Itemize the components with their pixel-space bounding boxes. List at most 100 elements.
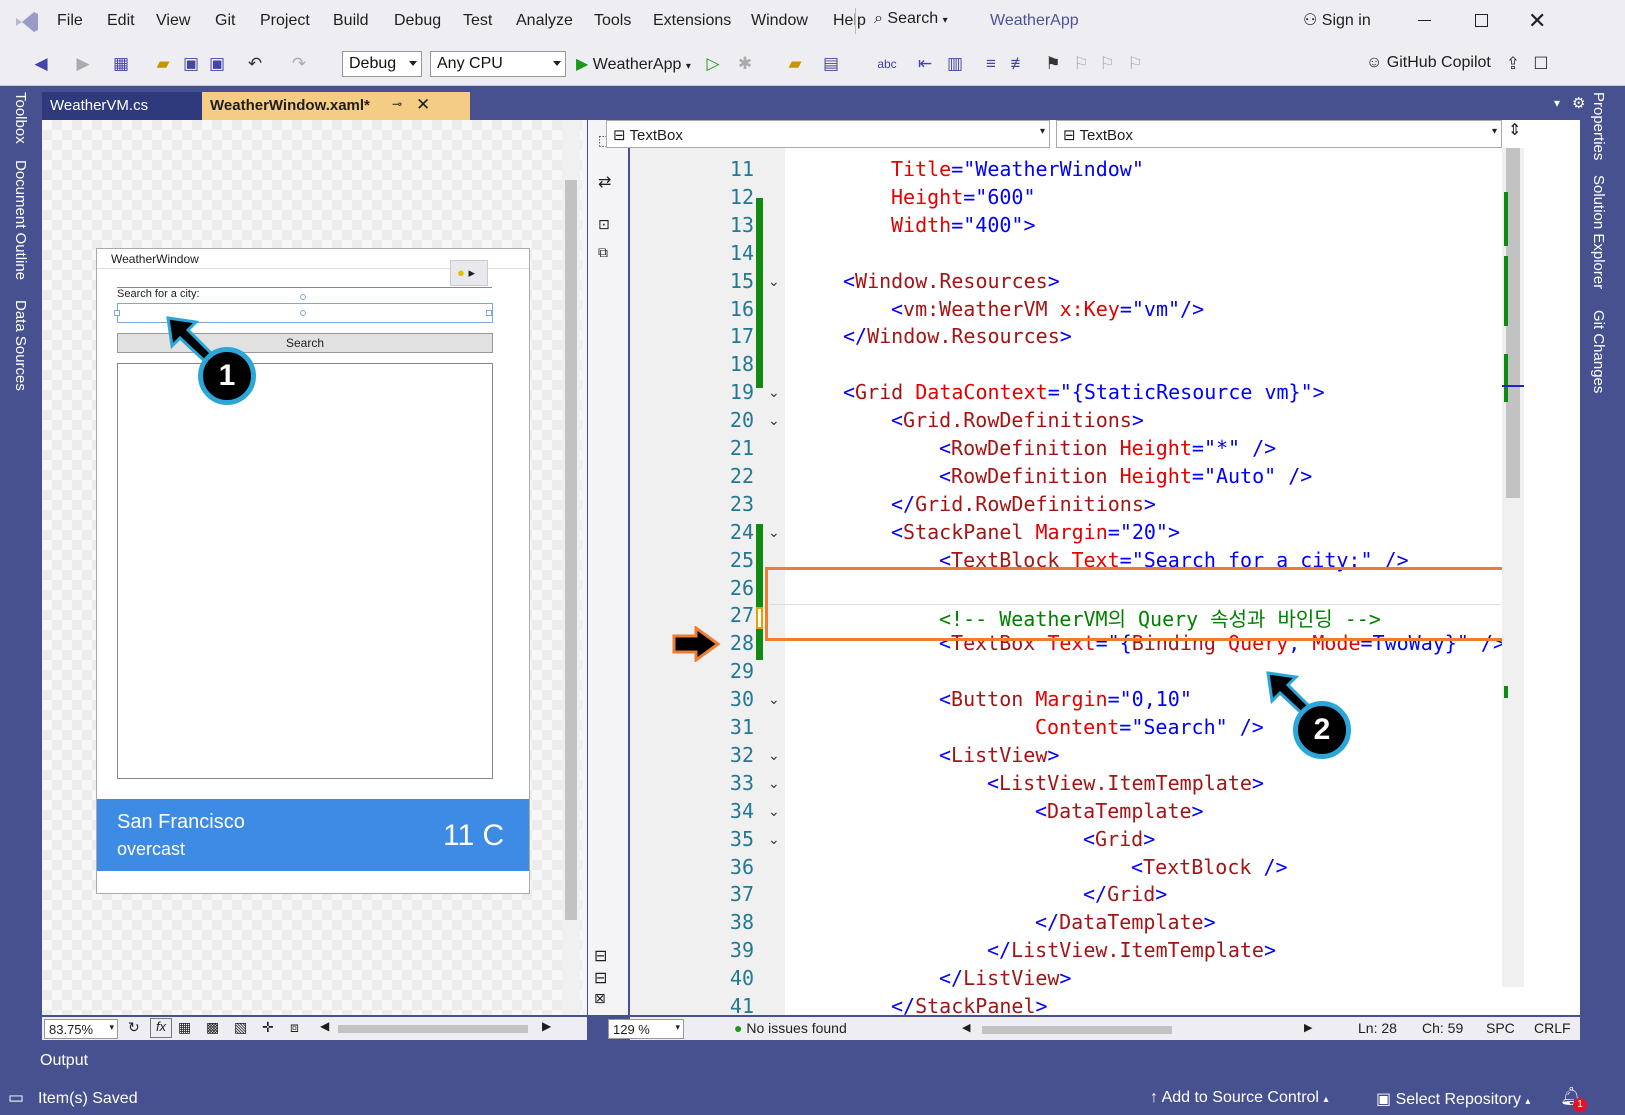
fold-toggle-icon[interactable]: ⌄ — [768, 273, 780, 290]
menu-item-debug[interactable]: Debug — [394, 12, 441, 30]
swap-panes-icon[interactable]: ⇄ — [598, 172, 611, 192]
forward-icon[interactable]: ▶ — [72, 53, 94, 75]
code-line[interactable]: <vm:WeatherVM x:Key="vm"/> — [891, 297, 1204, 321]
menu-item-analyze[interactable]: Analyze — [516, 12, 573, 30]
element-dropdown-right[interactable]: ⊟ TextBox ▾ — [1056, 120, 1502, 148]
select-repository-button[interactable]: ▣ Select Repository ▴ — [1376, 1089, 1530, 1109]
editor-scrollbar[interactable] — [1502, 148, 1524, 987]
code-line[interactable]: <StackPanel Margin="20"> — [891, 520, 1180, 544]
code-line[interactable]: </Window.Resources> — [843, 324, 1072, 348]
document-outline-tab[interactable]: Document Outline — [12, 160, 29, 280]
menu-item-extensions[interactable]: Extensions — [653, 12, 731, 30]
undo-icon[interactable]: ↶ — [244, 53, 266, 75]
code-line[interactable]: Height="600" — [891, 185, 1036, 209]
minimize-button[interactable] — [1418, 20, 1431, 21]
code-line[interactable]: </Grid.RowDefinitions> — [891, 492, 1156, 516]
code-line[interactable]: <DataTemplate> — [1035, 799, 1204, 823]
code-line[interactable]: <TextBlock /> — [1131, 855, 1288, 879]
github-copilot-button[interactable]: ☺ GitHub Copilot — [1366, 54, 1491, 72]
folder-icon[interactable]: ▰ — [784, 53, 806, 75]
menu-item-tools[interactable]: Tools — [594, 12, 631, 30]
resize-handle[interactable] — [114, 310, 120, 316]
grid-icon[interactable]: ▦ — [178, 1019, 191, 1036]
clear-bookmarks-icon[interactable]: ⚐ — [1124, 53, 1146, 75]
scroll-right-icon[interactable]: ▶ — [542, 1019, 551, 1033]
close-window-button[interactable]: ✕ — [1528, 8, 1546, 34]
format-icon[interactable]: ▥ — [944, 53, 966, 75]
uncomment-icon[interactable]: ≢ — [1008, 53, 1030, 75]
editor-hscroll-thumb[interactable] — [982, 1026, 1172, 1034]
snap-grid-icon[interactable]: ▩ — [206, 1019, 219, 1036]
prev-bookmark-icon[interactable]: ⚐ — [1070, 53, 1092, 75]
menu-item-window[interactable]: Window — [751, 12, 808, 30]
indent-icon[interactable]: ⇤ — [914, 53, 936, 75]
collapse-pane-icon[interactable]: ⊠ — [594, 990, 606, 1007]
editor-scrollbar-thumb[interactable] — [1506, 148, 1520, 498]
back-icon[interactable]: ◀ — [30, 53, 52, 75]
tab-weathervm-cs[interactable]: WeatherVM.cs — [42, 92, 202, 120]
close-tab-icon[interactable]: ✕ — [416, 95, 430, 115]
code-line[interactable]: </StackPanel> — [891, 994, 1048, 1018]
fold-toggle-icon[interactable]: ⌄ — [768, 691, 780, 708]
artboard-icon[interactable]: ▧ — [234, 1019, 247, 1036]
code-line[interactable]: Content="Search" /> — [1035, 715, 1264, 739]
scroll-left-icon[interactable]: ◀ — [962, 1021, 970, 1034]
whitespace-indicator[interactable]: SPC — [1486, 1020, 1515, 1036]
designer-zoom-dropdown[interactable]: 83.75% ▾ — [44, 1019, 118, 1039]
code-line[interactable]: </ListView> — [939, 966, 1071, 990]
scrollbar-thumb[interactable] — [565, 180, 577, 920]
layout-icon[interactable]: ▤ — [820, 53, 842, 75]
tab-overflow-icon[interactable]: ▾ — [1554, 96, 1560, 110]
properties-tab[interactable]: Properties — [1590, 92, 1607, 160]
configuration-dropdown[interactable]: Debug — [342, 51, 422, 77]
open-folder-icon[interactable]: ▰ — [152, 53, 174, 75]
split-editor-icon[interactable]: ⇕ — [1508, 120, 1521, 140]
share-icon[interactable]: ⇪ — [1502, 53, 1524, 75]
add-to-source-control-button[interactable]: ↑ Add to Source Control ▴ — [1150, 1089, 1328, 1107]
code-line[interactable]: Width="400"> — [891, 213, 1036, 237]
tab-weatherwindow-xaml[interactable]: WeatherWindow.xaml* ⊸ ✕ — [202, 92, 470, 120]
spellcheck-icon[interactable]: abc — [876, 53, 898, 75]
platform-dropdown[interactable]: Any CPU — [430, 51, 566, 77]
horizontal-split-alt-icon[interactable]: ⊟ — [594, 968, 607, 988]
menu-item-view[interactable]: View — [156, 12, 190, 30]
redo-icon[interactable]: ↷ — [288, 53, 310, 75]
lightbulb-quick-actions-icon[interactable]: ● ▸ — [450, 260, 488, 286]
resize-handle[interactable] — [486, 310, 492, 316]
vertical-split-icon[interactable]: ⊟ — [594, 946, 607, 966]
menu-item-file[interactable]: File — [57, 12, 83, 30]
save-all-icon[interactable]: ▣ — [206, 53, 228, 75]
fold-toggle-icon[interactable]: ⌄ — [768, 384, 780, 401]
designer-hscroll-thumb[interactable] — [338, 1025, 528, 1033]
settings-gear-icon[interactable]: ⚙ — [1572, 94, 1585, 112]
horizontal-split-icon[interactable]: ⊡ — [598, 216, 610, 233]
new-project-icon[interactable]: ▦ — [110, 53, 132, 75]
menu-item-project[interactable]: Project — [260, 12, 310, 30]
code-line[interactable]: <ListView> — [939, 743, 1059, 767]
visual-studio-logo-icon[interactable] — [14, 10, 40, 34]
next-bookmark-icon[interactable]: ⚐ — [1096, 53, 1118, 75]
menu-item-test[interactable]: Test — [463, 12, 492, 30]
bookmark-icon[interactable]: ⚑ — [1042, 53, 1064, 75]
sign-in-button[interactable]: ⚇ Sign in — [1303, 10, 1371, 30]
code-line[interactable]: <ListView.ItemTemplate> — [987, 771, 1264, 795]
code-line[interactable]: <Window.Resources> — [843, 269, 1060, 293]
code-line[interactable]: <RowDefinition Height="Auto" /> — [939, 464, 1312, 488]
menu-item-build[interactable]: Build — [333, 12, 369, 30]
menu-item-git[interactable]: Git — [215, 12, 235, 30]
fold-toggle-icon[interactable]: ⌄ — [768, 412, 780, 429]
fold-toggle-icon[interactable]: ⌄ — [768, 747, 780, 764]
code-line[interactable]: </Grid> — [1083, 882, 1167, 906]
issues-indicator[interactable]: ● No issues found — [734, 1020, 847, 1036]
fold-toggle-icon[interactable]: ⌄ — [768, 524, 780, 541]
popout-icon[interactable]: ⧉ — [598, 244, 608, 261]
menu-item-edit[interactable]: Edit — [107, 12, 135, 30]
solution-explorer-tab[interactable]: Solution Explorer — [1590, 175, 1607, 289]
line-ending-indicator[interactable]: CRLF — [1534, 1020, 1571, 1036]
designer-scrollbar[interactable] — [562, 120, 580, 1015]
resize-handle[interactable] — [300, 310, 306, 316]
device-icon[interactable]: ⧈ — [290, 1019, 299, 1036]
code-line[interactable]: Title="WeatherWindow" — [891, 157, 1144, 181]
code-line[interactable]: </DataTemplate> — [1035, 910, 1216, 934]
editor-zoom-dropdown[interactable]: 129 % ▾ — [608, 1019, 684, 1039]
